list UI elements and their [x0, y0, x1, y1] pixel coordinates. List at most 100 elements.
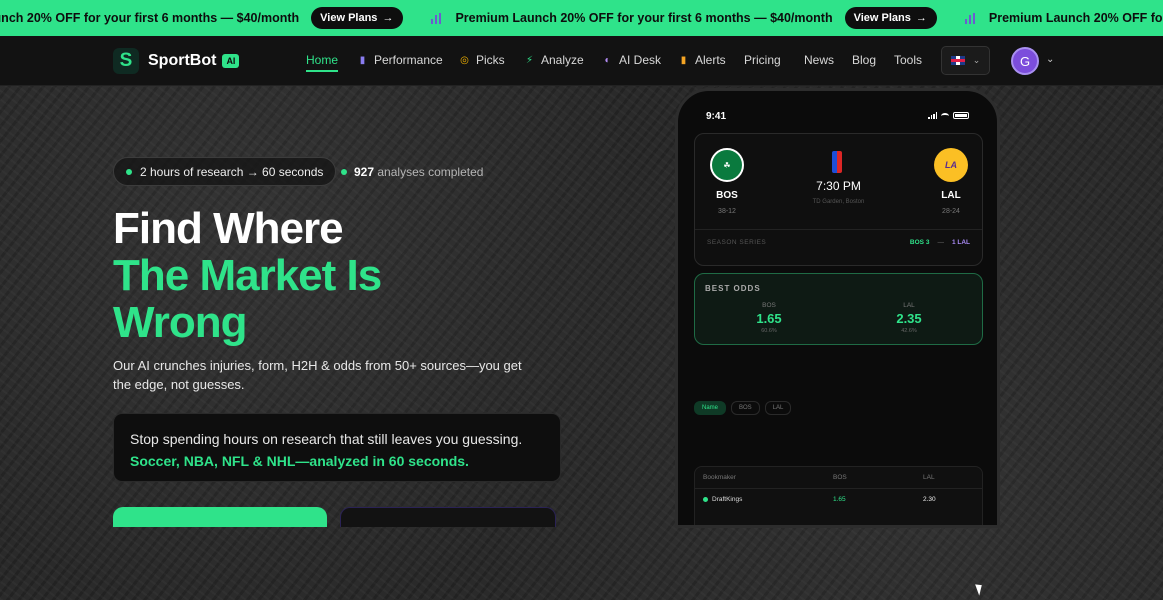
- nav-item-picks[interactable]: ◎ Picks: [459, 53, 505, 67]
- language-selector[interactable]: ⌄: [941, 46, 990, 75]
- headline-line-3: Wrong: [113, 298, 248, 347]
- view-plans-button[interactable]: View Plans →: [844, 7, 937, 29]
- promo-track: Premium Launch 20% OFF for your first 6 …: [0, 0, 1163, 36]
- best-odds-card[interactable]: BEST ODDS BOS 1.65 60.6% LAL 2.35 42.6%: [694, 273, 983, 345]
- nav-label: Picks: [476, 53, 505, 67]
- nav-item-home[interactable]: Home: [306, 53, 339, 72]
- bookmaker-dot-icon: [703, 496, 708, 502]
- logo-icon: S: [113, 48, 139, 74]
- promo-banner: Premium Launch 20% OFF for your first 6 …: [0, 0, 1163, 36]
- battery-icon: [953, 112, 969, 119]
- nav-item-blog[interactable]: Blog: [852, 53, 876, 67]
- odds-value: 2.35: [896, 311, 922, 326]
- nav-label: AI Desk: [619, 53, 662, 67]
- series-separator: —: [937, 239, 944, 246]
- logo[interactable]: S SportBot AI: [113, 48, 240, 74]
- nav-label: Performance: [374, 53, 443, 67]
- view-plans-button[interactable]: View Plans →: [311, 7, 404, 29]
- nav-item-tools[interactable]: Tools: [894, 53, 922, 67]
- nav-label: Blog: [852, 53, 877, 67]
- series-home: BOS 3: [909, 239, 930, 246]
- signal-icon: [928, 112, 937, 119]
- logo-text: SportBot: [148, 52, 217, 69]
- filter-chips: Name BOS LAL: [694, 401, 792, 415]
- promo-item: Premium Launch 20% OFF for your first 6 …: [964, 7, 1163, 29]
- wifi-icon: [941, 112, 949, 119]
- callout-highlight: Soccer, NBA, NFL & NHL—analyzed in 60 se…: [130, 453, 469, 469]
- nav-item-performance[interactable]: ▮ Performance: [357, 53, 443, 67]
- bookmaker-name: DraftKings: [703, 496, 742, 503]
- odds-away: LAL 2.35 42.6%: [879, 302, 939, 334]
- odds-percent: 42.6%: [901, 328, 917, 334]
- promo-item: Premium Launch 20% OFF for your first 6 …: [431, 7, 937, 29]
- series-away: 1 LAL: [951, 239, 970, 246]
- best-odds-title: BEST ODDS: [705, 284, 761, 293]
- site-header: S SportBot AI Home ▮ Performance ◎ Picks ⚡ Ana…: [0, 36, 1163, 86]
- view-plans-label: View Plans: [320, 12, 378, 24]
- odds-home: BOS 1.65 60.6%: [739, 302, 799, 334]
- analyses-count: 927: [354, 165, 375, 179]
- season-series: SEASON SERIES BOS 3 — 1 LAL: [695, 229, 982, 246]
- promo-item: Premium Launch 20% OFF for your first 6 …: [0, 7, 404, 29]
- nba-logo-icon: [832, 151, 842, 173]
- phone-time: 9:41: [706, 111, 727, 122]
- hero-callout: Stop spending hours on research that sti…: [113, 413, 561, 482]
- hero-subtitle: Our AI crunches injuries, form, H2H & od…: [113, 358, 522, 392]
- phone-mockup: 9:41 ☘ BOS 38-12 7:30 PM TD Garden, Bost…: [675, 88, 1000, 528]
- away-team: LA LAL 28-24: [921, 148, 981, 215]
- page-title: Find Where The Market Is Wrong: [113, 204, 382, 347]
- chip-bos[interactable]: BOS: [731, 401, 760, 415]
- odds-percent: 60.6%: [761, 328, 777, 334]
- nav-item-pricing[interactable]: Pricing: [744, 53, 781, 67]
- bar-chart-icon: ▮: [680, 54, 687, 66]
- lakers-logo-icon: LA: [934, 148, 968, 182]
- game-card[interactable]: ☘ BOS 38-12 7:30 PM TD Garden, Boston LA…: [694, 133, 983, 266]
- odds-lal: 2.30: [923, 496, 936, 503]
- odds-value: 1.65: [756, 311, 782, 326]
- bookmaker-name-text: DraftKings: [712, 496, 743, 503]
- nav-item-news[interactable]: News: [804, 53, 834, 67]
- avatar[interactable]: G: [1011, 47, 1039, 75]
- away-team-abbr: LAL: [941, 190, 961, 201]
- bar-chart-icon: ▮: [359, 54, 366, 66]
- chip-lal[interactable]: LAL: [764, 401, 792, 415]
- table-header: Bookmaker BOS LAL: [695, 467, 982, 489]
- table-row[interactable]: DraftKings 1.65 2.30: [695, 489, 982, 511]
- nav-label: Analyze: [541, 53, 584, 67]
- primary-cta-button[interactable]: [113, 507, 327, 527]
- column-header: BOS: [833, 474, 847, 481]
- headline-line-1: Find Where: [113, 204, 344, 253]
- nav-label: Alerts: [695, 53, 726, 67]
- globe-icon: ◐: [604, 54, 611, 66]
- logo-badge: AI: [222, 54, 240, 68]
- bar-chart-icon: [431, 12, 442, 24]
- chevron-down-icon[interactable]: ⌄: [1046, 54, 1054, 65]
- view-plans-label: View Plans: [853, 12, 911, 24]
- odds-team: BOS: [762, 302, 776, 309]
- nav-item-alerts[interactable]: ▮ Alerts: [678, 53, 726, 67]
- speed-pill: 2 hours of research → 60 seconds: [113, 157, 337, 186]
- celtics-logo-icon: ☘: [710, 148, 744, 182]
- status-dot-icon: [126, 168, 132, 175]
- column-header: LAL: [923, 474, 935, 481]
- analyses-label: analyses completed: [377, 165, 484, 179]
- nav-label: Tools: [894, 53, 923, 67]
- odds-team: LAL: [903, 302, 915, 309]
- secondary-cta-button[interactable]: [340, 507, 556, 527]
- series-label: SEASON SERIES: [707, 239, 767, 246]
- promo-text: Premium Launch 20% OFF for your first 6 …: [988, 11, 1163, 25]
- odds-bos: 1.65: [833, 496, 846, 503]
- headline-line-2: The Market Is: [113, 251, 382, 300]
- nav-item-ai-desk[interactable]: ◐ AI Desk: [602, 53, 661, 67]
- column-header: Bookmaker: [703, 474, 736, 481]
- callout-text: Stop spending hours on research that sti…: [130, 431, 523, 447]
- nav-item-analyze[interactable]: ⚡ Analyze: [524, 53, 584, 67]
- promo-text: Premium Launch 20% OFF for your first 6 …: [455, 11, 833, 25]
- promo-text: Premium Launch 20% OFF for your first 6 …: [0, 11, 300, 25]
- arrow-right-icon: →: [382, 12, 394, 24]
- bookmaker-table: Bookmaker BOS LAL DraftKings 1.65 2.30: [694, 466, 983, 525]
- arrow-right-icon: →: [915, 12, 927, 24]
- chip-name[interactable]: Name: [694, 401, 727, 415]
- chevron-down-icon: ⌄: [972, 55, 981, 65]
- bolt-icon: ⚡: [525, 54, 534, 66]
